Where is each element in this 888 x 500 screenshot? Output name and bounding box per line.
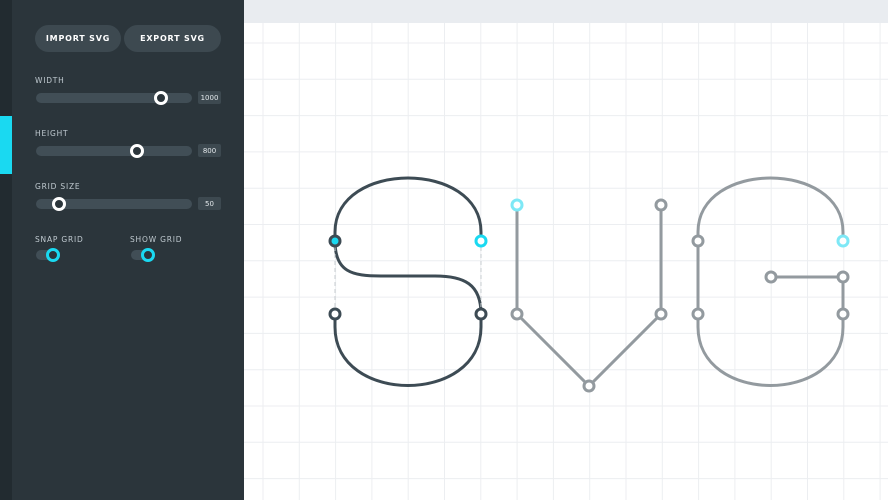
show-grid-toggle-knob (141, 248, 155, 262)
sidebar: IMPORT SVG EXPORT SVG WIDTH 1000 HEIGHT … (0, 0, 244, 500)
show-grid-label: SHOW GRID (130, 235, 183, 244)
grid-size-slider-thumb[interactable] (52, 197, 67, 211)
v-control-point[interactable] (582, 379, 596, 393)
snap-grid-toggle[interactable] (36, 248, 60, 262)
width-label: WIDTH (35, 76, 65, 85)
height-slider-thumb[interactable] (130, 144, 145, 158)
width-slider[interactable] (36, 91, 192, 105)
height-slider[interactable] (36, 144, 192, 158)
g-control-point[interactable] (836, 270, 850, 284)
s-control-point[interactable] (474, 234, 488, 248)
show-grid-toggle[interactable] (131, 248, 155, 262)
grid-size-value[interactable]: 50 (198, 197, 221, 210)
export-svg-button[interactable]: EXPORT SVG (124, 25, 221, 52)
width-slider-thumb[interactable] (153, 91, 168, 105)
v-control-point[interactable] (654, 307, 668, 321)
active-indicator (0, 116, 12, 174)
s-control-point[interactable] (328, 234, 342, 248)
g-control-point[interactable] (764, 270, 778, 284)
width-value[interactable]: 1000 (198, 91, 221, 104)
grid-size-slider[interactable] (36, 197, 192, 211)
sidebar-strip (0, 0, 12, 500)
letter-v-path[interactable] (515, 203, 663, 388)
import-svg-button[interactable]: IMPORT SVG (35, 25, 121, 52)
snap-grid-toggle-knob (46, 248, 60, 262)
v-control-point[interactable] (510, 307, 524, 321)
v-control-point[interactable] (654, 198, 668, 212)
drawing-canvas[interactable] (244, 23, 888, 500)
g-control-point[interactable] (836, 307, 850, 321)
s-control-point[interactable] (328, 307, 342, 321)
height-label: HEIGHT (35, 129, 69, 138)
g-control-point[interactable] (691, 234, 705, 248)
s-control-point[interactable] (474, 307, 488, 321)
grid-size-label: GRID SIZE (35, 182, 81, 191)
top-bar (244, 0, 888, 23)
g-control-point[interactable] (691, 307, 705, 321)
v-control-point[interactable] (510, 198, 524, 212)
g-control-point[interactable] (836, 234, 850, 248)
snap-grid-label: SNAP GRID (35, 235, 84, 244)
height-value[interactable]: 800 (198, 144, 221, 157)
